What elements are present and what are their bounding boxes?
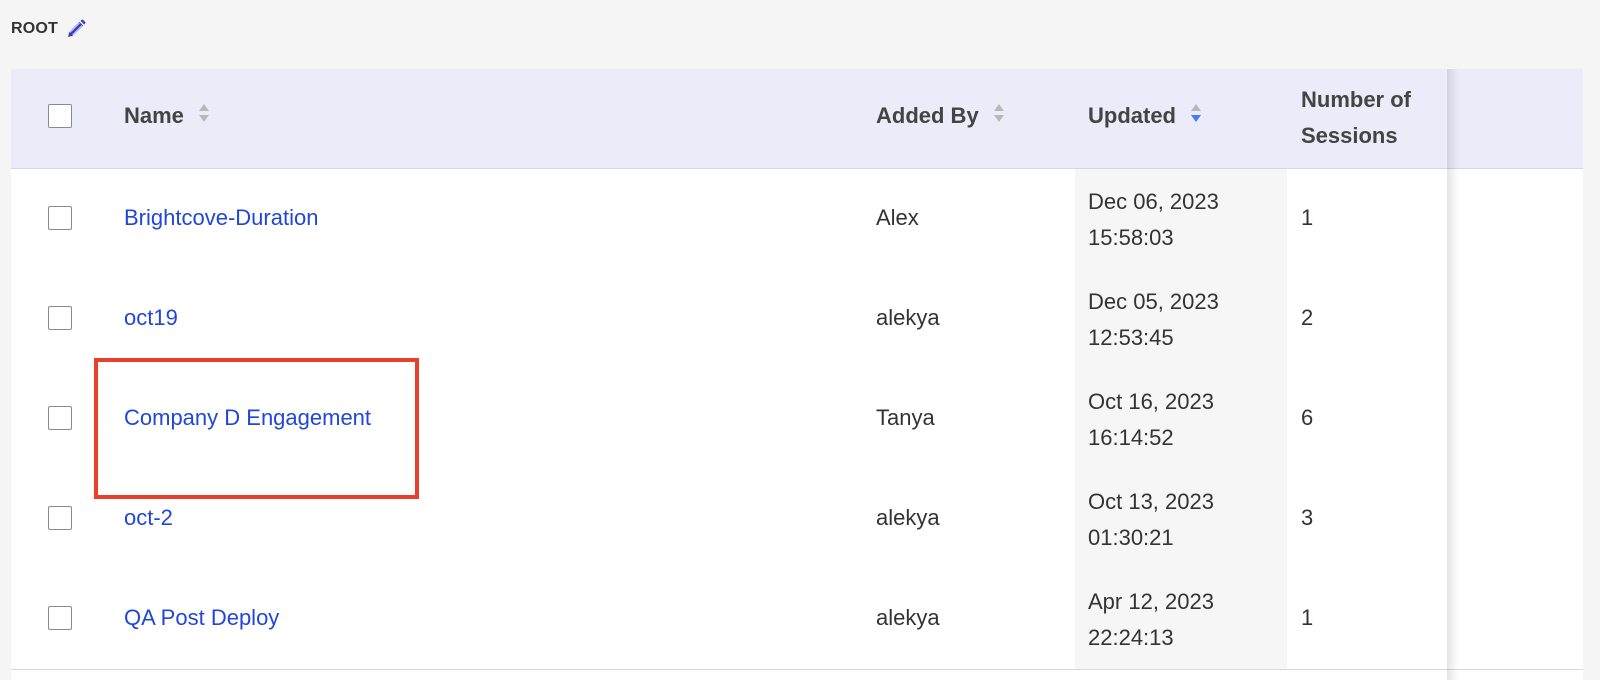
flow-name-link[interactable]: Brightcove-Duration bbox=[124, 205, 318, 231]
breadcrumb: ROOT bbox=[11, 19, 86, 39]
updated-date: Oct 13, 2023 bbox=[1088, 489, 1214, 514]
added-by-cell: alekya bbox=[876, 305, 940, 330]
sessions-cell: 3 bbox=[1301, 505, 1314, 530]
sort-icon[interactable] bbox=[993, 102, 1005, 130]
table-row[interactable]: oct-2 alekya Oct 13, 2023 01:30:21 3 bbox=[11, 469, 1583, 570]
sessions-cell: 6 bbox=[1301, 405, 1314, 430]
column-header-sessions-line2: Sessions bbox=[1301, 123, 1398, 148]
flow-name-link[interactable]: oct19 bbox=[124, 305, 178, 331]
column-header-sessions-line1: Number of bbox=[1301, 87, 1411, 112]
flow-name-link[interactable]: Company D Engagement bbox=[124, 405, 371, 431]
updated-cell: Apr 12, 2023 22:24:13 bbox=[1075, 569, 1287, 669]
row-checkbox[interactable] bbox=[48, 306, 72, 330]
sessions-cell: 1 bbox=[1301, 605, 1314, 630]
table-row[interactable]: Brightcove-Duration Alex Dec 06, 2023 15… bbox=[11, 169, 1583, 270]
table-row[interactable]: QA Post Deploy alekya Apr 12, 2023 22:24… bbox=[11, 569, 1583, 670]
added-by-cell: Tanya bbox=[876, 405, 935, 430]
row-checkbox[interactable] bbox=[48, 206, 72, 230]
sessions-cell: 1 bbox=[1301, 205, 1314, 230]
added-by-cell: Alex bbox=[876, 205, 919, 230]
added-by-cell: alekya bbox=[876, 605, 940, 630]
sort-descending-icon[interactable] bbox=[1190, 102, 1202, 130]
row-checkbox[interactable] bbox=[48, 406, 72, 430]
flows-table: Name Added By Updated Number of Sessions… bbox=[11, 69, 1583, 680]
column-header-name-label: Name bbox=[124, 103, 184, 128]
updated-date: Dec 06, 2023 bbox=[1088, 189, 1219, 214]
column-header-updated[interactable]: Updated bbox=[1088, 102, 1202, 130]
updated-cell: Dec 05, 2023 12:53:45 bbox=[1075, 269, 1287, 369]
column-header-name[interactable]: Name bbox=[124, 102, 210, 130]
updated-date: Dec 05, 2023 bbox=[1088, 289, 1219, 314]
column-header-added-by-label: Added By bbox=[876, 103, 979, 128]
sort-icon[interactable] bbox=[198, 102, 210, 130]
updated-time: 22:24:13 bbox=[1088, 625, 1174, 650]
updated-time: 12:53:45 bbox=[1088, 325, 1174, 350]
updated-cell: Oct 16, 2023 16:14:52 bbox=[1075, 369, 1287, 469]
updated-date: Oct 16, 2023 bbox=[1088, 389, 1214, 414]
updated-time: 15:58:03 bbox=[1088, 225, 1174, 250]
sessions-cell: 2 bbox=[1301, 305, 1314, 330]
added-by-cell: alekya bbox=[876, 505, 940, 530]
row-checkbox[interactable] bbox=[48, 506, 72, 530]
updated-cell: Oct 13, 2023 01:30:21 bbox=[1075, 469, 1287, 569]
pencil-icon[interactable] bbox=[66, 19, 86, 39]
flow-name-link[interactable]: oct-2 bbox=[124, 505, 173, 531]
flow-name-link[interactable]: QA Post Deploy bbox=[124, 605, 279, 631]
table-header: Name Added By Updated Number of Sessions bbox=[11, 69, 1583, 169]
select-all-checkbox[interactable] bbox=[48, 104, 72, 128]
table-row[interactable]: Company D Engagement Tanya Oct 16, 2023 … bbox=[11, 369, 1583, 470]
updated-cell: Dec 06, 2023 15:58:03 bbox=[1075, 169, 1287, 269]
table-row[interactable]: oct19 alekya Dec 05, 2023 12:53:45 2 bbox=[11, 269, 1583, 370]
column-header-added-by[interactable]: Added By bbox=[876, 102, 1005, 130]
row-checkbox[interactable] bbox=[48, 606, 72, 630]
breadcrumb-root-label: ROOT bbox=[11, 20, 59, 37]
updated-time: 16:14:52 bbox=[1088, 425, 1174, 450]
updated-date: Apr 12, 2023 bbox=[1088, 589, 1214, 614]
column-header-updated-label: Updated bbox=[1088, 103, 1176, 128]
updated-time: 01:30:21 bbox=[1088, 525, 1174, 550]
column-header-sessions[interactable]: Number of Sessions bbox=[1301, 82, 1411, 154]
